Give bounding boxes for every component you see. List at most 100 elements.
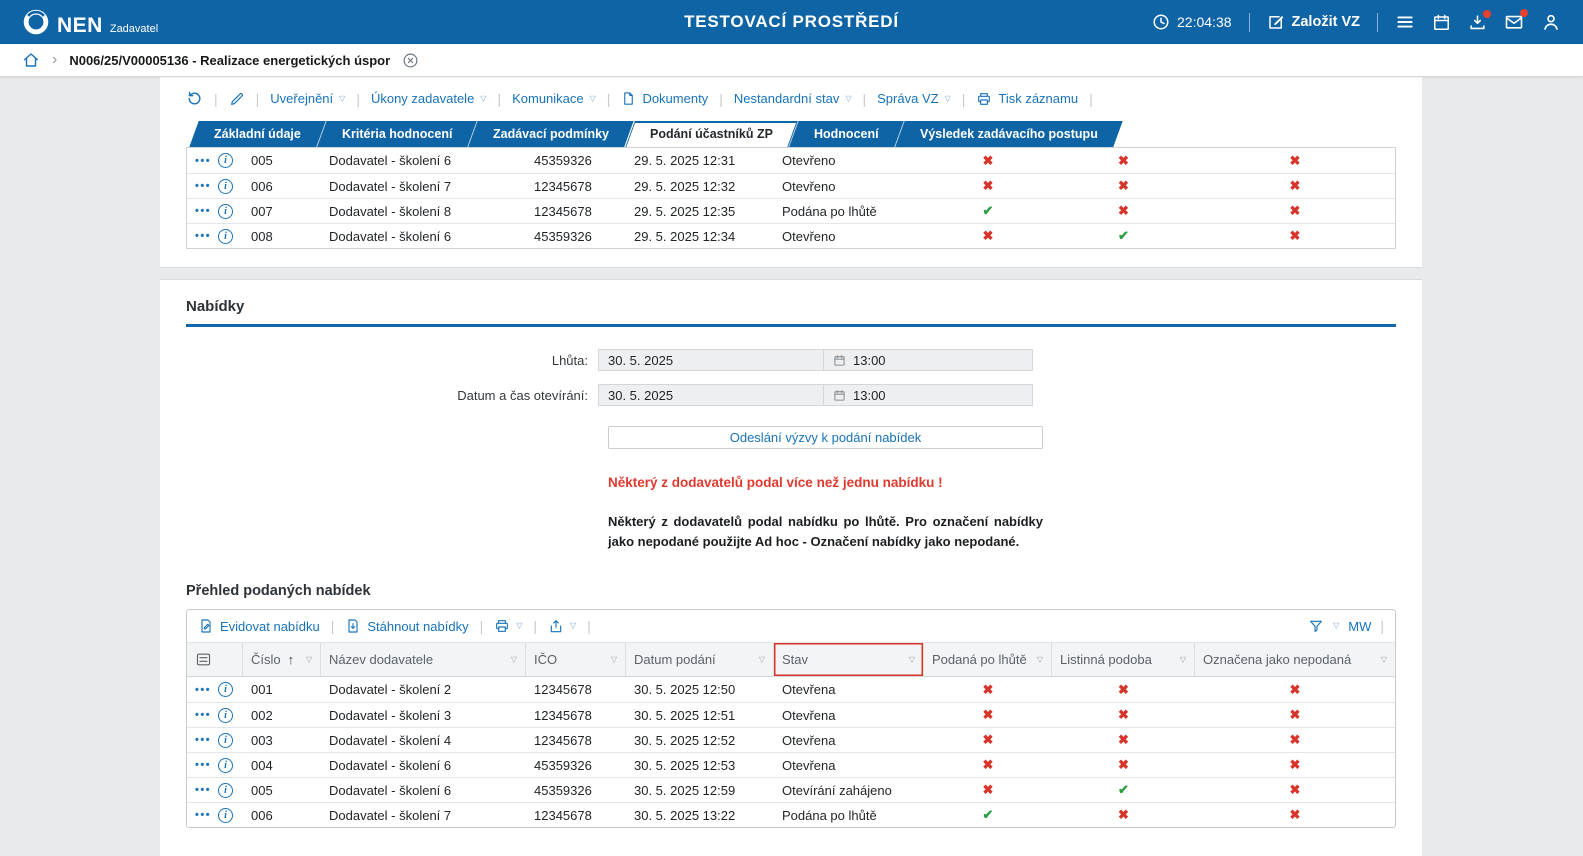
menu-label: Tisk záznamu xyxy=(998,91,1079,106)
divider: | xyxy=(497,90,502,107)
column-header-stav[interactable]: Stav ▽ xyxy=(774,643,924,676)
column-header-oznacena-jako-nepodana[interactable]: Označena jako nepodaná ▽ xyxy=(1195,643,1395,676)
chevron-down-icon[interactable]: ▽ xyxy=(753,655,765,664)
row-menu-icon[interactable]: ••• xyxy=(195,734,211,746)
row-menu-icon[interactable]: ••• xyxy=(195,759,211,771)
table-row[interactable]: ••• i 007 Dodavatel - školení 8 12345678… xyxy=(187,198,1395,223)
chevron-down-icon: ▽ xyxy=(339,93,346,103)
info-icon[interactable]: i xyxy=(218,707,234,723)
row-menu-icon[interactable]: ••• xyxy=(195,180,211,192)
opening-time-field[interactable]: 13:00 xyxy=(823,384,1033,406)
menu-sprava-vz[interactable]: Správa VZ ▽ xyxy=(877,91,951,106)
deadline-time-field[interactable]: 13:00 xyxy=(823,349,1033,371)
offers-table-header: Číslo ↑ ▽ Název dodavatele ▽ IČO ▽ Datum… xyxy=(187,643,1395,677)
tab[interactable]: Kritéria hodnocení xyxy=(316,121,478,147)
deadline-date-field[interactable]: 30. 5. 2025 xyxy=(598,349,823,371)
info-icon[interactable]: i xyxy=(218,732,234,748)
divider: | xyxy=(255,90,260,107)
row-menu-icon[interactable]: ••• xyxy=(195,809,211,821)
info-icon[interactable]: i xyxy=(218,228,234,244)
chevron-down-icon[interactable]: ▽ xyxy=(1174,655,1186,664)
table-row[interactable]: ••• i 005 Dodavatel - školení 6 45359326… xyxy=(187,148,1395,173)
row-menu-icon[interactable]: ••• xyxy=(195,709,211,721)
cell-paper-flag: ✖ xyxy=(1052,757,1195,773)
user-icon[interactable] xyxy=(1541,12,1561,32)
menu-nestandardni-stav[interactable]: Nestandardní stav ▽ xyxy=(734,91,852,106)
chevron-down-icon[interactable]: ▽ xyxy=(903,655,915,664)
column-header-nazev-dodavatele[interactable]: Název dodavatele ▽ xyxy=(321,643,526,676)
edit-icon[interactable] xyxy=(229,91,245,107)
menu-komunikace[interactable]: Komunikace ▽ xyxy=(512,91,596,106)
nen-logo[interactable]: NEN Zadavatel xyxy=(22,8,158,36)
chevron-down-icon[interactable]: ▽ xyxy=(300,655,312,664)
create-vz-button[interactable]: Založit VZ xyxy=(1267,13,1360,31)
export-button[interactable]: ▽ xyxy=(548,618,576,634)
info-icon[interactable]: i xyxy=(218,682,234,697)
column-header-listinna-podoba[interactable]: Listinná podoba ▽ xyxy=(1052,643,1195,676)
chevron-down-icon[interactable]: ▽ xyxy=(605,655,617,664)
mail-icon[interactable] xyxy=(1504,9,1528,32)
table-row[interactable]: ••• i 003 Dodavatel - školení 4 12345678… xyxy=(187,727,1395,752)
menu-tisk-zaznamu[interactable]: Tisk záznamu xyxy=(976,91,1078,107)
menu-label: Nestandardní stav xyxy=(733,91,840,106)
register-offer-button[interactable]: Evidovat nabídku xyxy=(198,618,320,634)
breadcrumb-label[interactable]: N006/25/V00005136 - Realizace energetick… xyxy=(69,53,390,68)
table-row[interactable]: ••• i 005 Dodavatel - školení 6 45359326… xyxy=(187,777,1395,802)
close-record-icon[interactable] xyxy=(402,52,419,69)
home-icon[interactable] xyxy=(22,51,40,69)
view-selector[interactable]: MW xyxy=(1348,619,1371,634)
info-icon[interactable]: i xyxy=(218,153,234,168)
tab[interactable]: Hodnocení xyxy=(788,121,904,147)
opening-date-field[interactable]: 30. 5. 2025 xyxy=(598,384,823,406)
table-row[interactable]: ••• i 006 Dodavatel - školení 7 12345678… xyxy=(187,173,1395,198)
column-header-datum-podani[interactable]: Datum podání ▽ xyxy=(626,643,774,676)
table-row[interactable]: ••• i 008 Dodavatel - školení 6 45359326… xyxy=(187,223,1395,248)
tab[interactable]: Zadávací podmínky xyxy=(467,121,635,147)
row-menu-icon[interactable]: ••• xyxy=(195,684,211,696)
filter-icon[interactable] xyxy=(1308,618,1324,634)
divider: | xyxy=(214,90,218,107)
row-menu-icon[interactable]: ••• xyxy=(195,155,211,167)
content-card: | | Uveřejnění ▽ | Úkony zadavatele ▽ | … xyxy=(160,77,1422,856)
tab[interactable]: Základní údaje xyxy=(189,121,326,147)
info-icon[interactable]: i xyxy=(218,782,234,798)
cell-late-flag: ✖ xyxy=(924,757,1052,773)
downloads-icon[interactable] xyxy=(1468,9,1491,32)
chevron-down-icon[interactable]: ▽ xyxy=(1375,655,1387,664)
table-row[interactable]: ••• i 006 Dodavatel - školení 7 12345678… xyxy=(187,802,1395,827)
calendar-icon[interactable] xyxy=(1432,13,1451,32)
row-menu-icon[interactable]: ••• xyxy=(195,230,211,242)
cell-late-flag: ✔ xyxy=(924,807,1052,823)
chevron-down-icon[interactable]: ▽ xyxy=(505,655,517,664)
download-offers-button[interactable]: Stáhnout nabídky xyxy=(345,618,469,634)
column-header-cislo[interactable]: Číslo ↑ ▽ xyxy=(243,643,321,676)
tab[interactable]: Výsledek zadávacího postupu xyxy=(894,121,1123,147)
row-menu-icon[interactable]: ••• xyxy=(195,205,211,217)
divider: | xyxy=(1089,90,1093,107)
cell-number: 006 xyxy=(251,807,273,823)
flag-icon: ✖ xyxy=(1118,178,1129,193)
compose-icon xyxy=(1267,13,1285,31)
history-icon[interactable] xyxy=(186,90,203,107)
chevron-down-icon[interactable]: ▽ xyxy=(1031,655,1043,664)
row-menu-icon[interactable]: ••• xyxy=(195,784,211,796)
column-settings-header[interactable] xyxy=(187,643,243,676)
info-icon[interactable]: i xyxy=(218,178,234,194)
column-header-podana-po-lhute[interactable]: Podaná po lhůtě ▽ xyxy=(924,643,1052,676)
cell-notsubmitted-flag: ✖ xyxy=(1195,757,1395,773)
table-row[interactable]: ••• i 001 Dodavatel - školení 2 12345678… xyxy=(187,677,1395,702)
info-icon[interactable]: i xyxy=(218,807,234,823)
menu-icon[interactable] xyxy=(1395,12,1415,32)
menu-dokumenty[interactable]: Dokumenty xyxy=(621,91,708,106)
table-row[interactable]: ••• i 002 Dodavatel - školení 3 12345678… xyxy=(187,702,1395,727)
menu-uverejneni[interactable]: Uveřejnění ▽ xyxy=(270,91,345,106)
table-row[interactable]: ••• i 004 Dodavatel - školení 6 45359326… xyxy=(187,752,1395,777)
info-icon[interactable]: i xyxy=(218,203,234,219)
column-header-ico[interactable]: IČO ▽ xyxy=(526,643,626,676)
tab[interactable]: Podání účastníků ZP xyxy=(624,121,798,147)
menu-ukony-zadavatele[interactable]: Úkony zadavatele ▽ xyxy=(371,91,487,106)
send-invitation-button[interactable]: Odeslání výzvy k podání nabídek xyxy=(608,426,1043,449)
info-icon[interactable]: i xyxy=(218,757,234,773)
offers-toolbar: Evidovat nabídku | Stáhnout nabídky | ▽ … xyxy=(187,610,1395,643)
print-button[interactable]: ▽ xyxy=(494,618,522,634)
